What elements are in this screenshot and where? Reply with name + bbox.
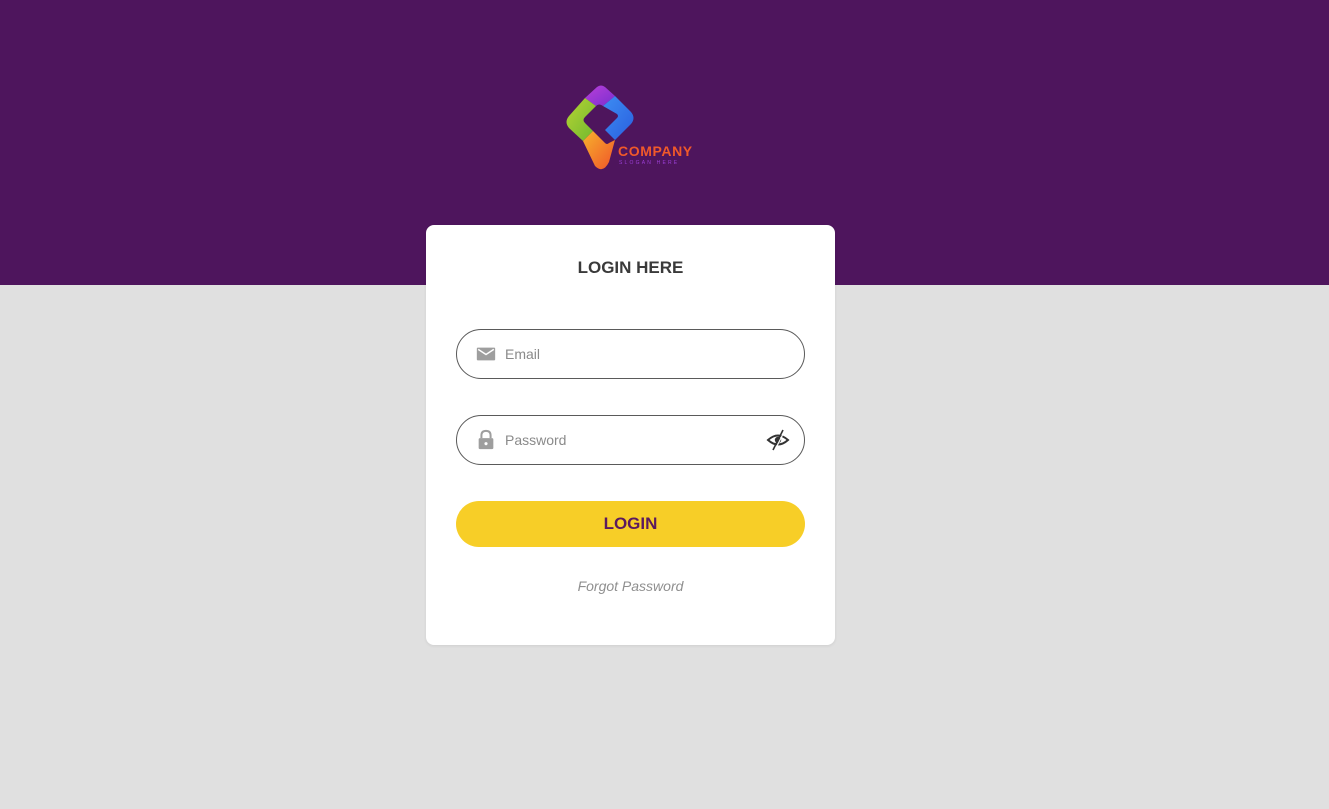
lock-icon: [478, 429, 494, 450]
login-title: LOGIN HERE: [577, 258, 684, 277]
company-name: COMPANY: [618, 143, 693, 159]
company-logo: COMPANY SLOGAN HERE: [563, 84, 708, 176]
email-input[interactable]: [505, 330, 745, 378]
password-field[interactable]: [456, 415, 805, 465]
forgot-password-link[interactable]: Forgot Password: [426, 577, 835, 595]
mail-icon: [476, 347, 496, 361]
password-input[interactable]: [505, 416, 745, 464]
email-field[interactable]: [456, 329, 805, 379]
login-button[interactable]: LOGIN: [456, 501, 805, 547]
eye-slash-icon[interactable]: [766, 428, 790, 452]
company-slogan: SLOGAN HERE: [619, 160, 680, 166]
login-card: LOGIN HERE LOGIN Forgot Password: [426, 225, 835, 645]
